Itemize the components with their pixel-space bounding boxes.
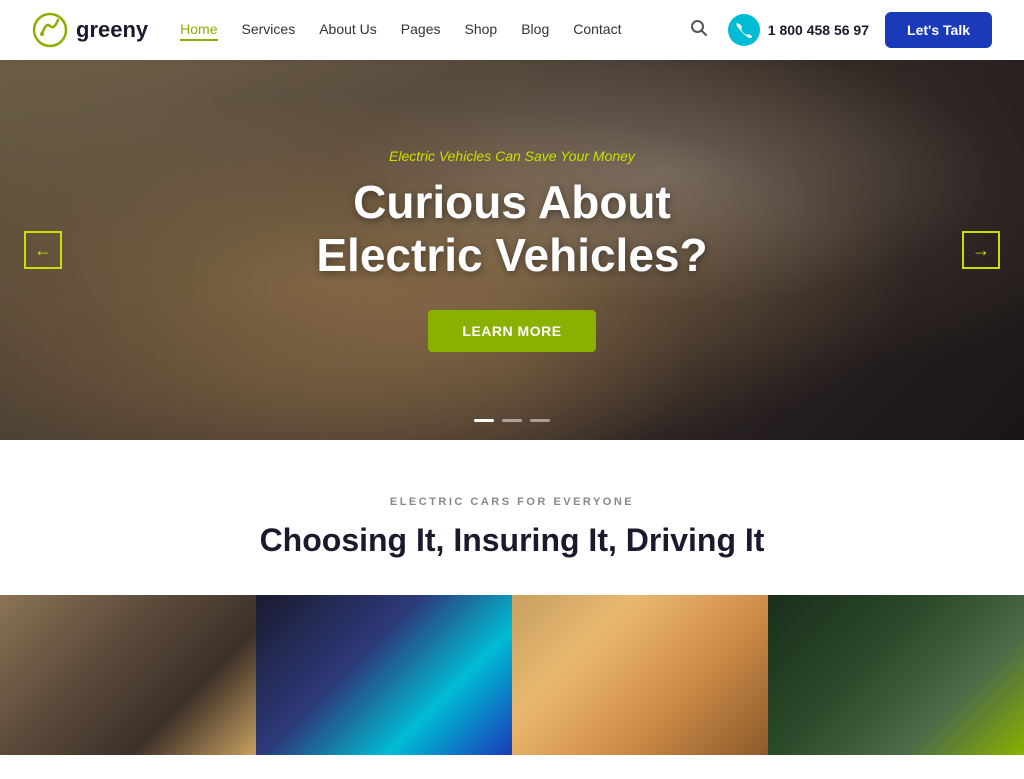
hero-content: Electric Vehicles Can Save Your Money Cu…: [316, 148, 707, 352]
logo[interactable]: greeny: [32, 12, 148, 48]
card-grid: [0, 595, 1024, 755]
nav-item-blog[interactable]: Blog: [521, 21, 549, 39]
phone-avatar: [728, 14, 760, 46]
section-eyebrow: ELECTRIC CARS FOR EVERYONE: [32, 496, 992, 508]
card-image-3: [512, 595, 768, 755]
card-item-1[interactable]: [0, 595, 256, 755]
nav-links: Home Services About Us Pages Shop Blog C…: [180, 21, 621, 39]
nav-link-blog[interactable]: Blog: [521, 21, 549, 37]
navbar: greeny Home Services About Us Pages Shop…: [0, 0, 1024, 60]
nav-link-contact[interactable]: Contact: [573, 21, 621, 37]
hero-subtitle: Electric Vehicles Can Save Your Money: [316, 148, 707, 164]
section-title: Choosing It, Insuring It, Driving It: [32, 522, 992, 559]
nav-item-shop[interactable]: Shop: [465, 21, 498, 39]
card-item-2[interactable]: [256, 595, 512, 755]
nav-link-about[interactable]: About Us: [319, 21, 377, 37]
cards-section: ELECTRIC CARS FOR EVERYONE Choosing It, …: [0, 440, 1024, 779]
card-image-1: [0, 595, 256, 755]
logo-text: greeny: [76, 17, 148, 43]
hero-title: Curious About Electric Vehicles?: [316, 176, 707, 282]
logo-icon: [32, 12, 68, 48]
nav-item-contact[interactable]: Contact: [573, 21, 621, 39]
card-item-4[interactable]: [768, 595, 1024, 755]
nav-link-home[interactable]: Home: [180, 21, 217, 41]
navbar-left: greeny Home Services About Us Pages Shop…: [32, 12, 621, 48]
arrow-right-icon: →: [972, 240, 990, 261]
hero-title-line1: Curious About: [353, 176, 671, 228]
hero-dot-2[interactable]: [502, 419, 522, 422]
arrow-left-icon: ←: [34, 240, 52, 261]
nav-item-about[interactable]: About Us: [319, 21, 377, 39]
hero-next-button[interactable]: →: [962, 231, 1000, 269]
search-icon: [690, 19, 708, 37]
hero-dot-1[interactable]: [474, 419, 494, 422]
nav-link-services[interactable]: Services: [242, 21, 296, 37]
phone-block: 1 800 458 56 97: [728, 14, 869, 46]
nav-item-home[interactable]: Home: [180, 21, 217, 39]
hero-prev-button[interactable]: ←: [24, 231, 62, 269]
card-image-2: [256, 595, 512, 755]
card-image-4: [768, 595, 1024, 755]
nav-item-services[interactable]: Services: [242, 21, 296, 39]
nav-item-pages[interactable]: Pages: [401, 21, 441, 39]
phone-number: 1 800 458 56 97: [768, 22, 869, 38]
lets-talk-button[interactable]: Let's Talk: [885, 12, 992, 48]
hero-dots: [474, 419, 550, 422]
hero-section: ← Electric Vehicles Can Save Your Money …: [0, 60, 1024, 440]
nav-link-pages[interactable]: Pages: [401, 21, 441, 37]
hero-dot-3[interactable]: [530, 419, 550, 422]
navbar-right: 1 800 458 56 97 Let's Talk: [686, 12, 992, 48]
search-button[interactable]: [686, 15, 712, 46]
phone-icon: [736, 22, 752, 38]
hero-cta-button[interactable]: Learn More: [428, 310, 595, 352]
card-item-3[interactable]: [512, 595, 768, 755]
hero-title-line2: Electric Vehicles?: [316, 229, 707, 281]
nav-link-shop[interactable]: Shop: [465, 21, 498, 37]
